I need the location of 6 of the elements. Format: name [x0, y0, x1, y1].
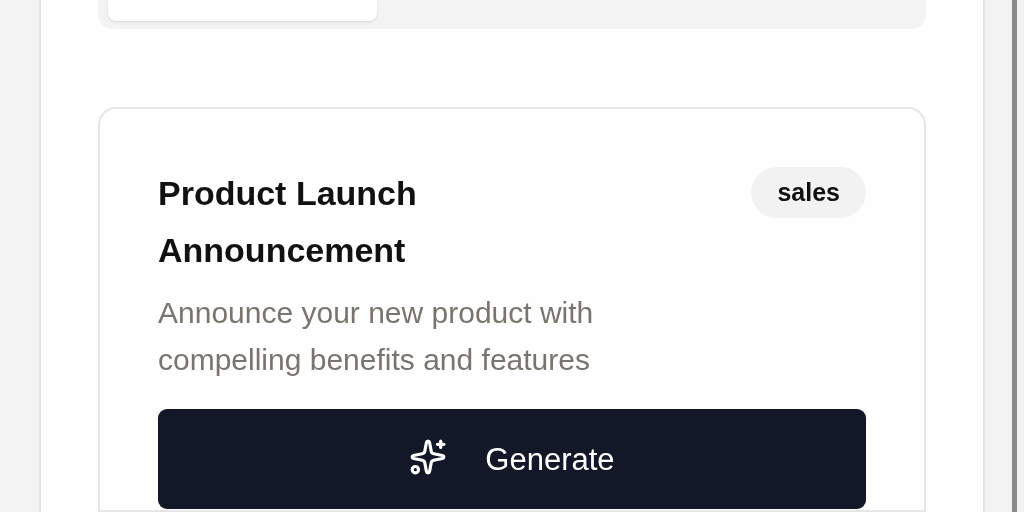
card-description: Announce your new product with compelling benefits and features: [158, 295, 595, 378]
card-title: Product Launch Announcement: [158, 173, 418, 271]
generate-button[interactable]: Generate: [158, 409, 866, 509]
tab[interactable]: [108, 0, 377, 21]
tag: sales: [751, 167, 866, 218]
sparkles-icon: [409, 438, 448, 476]
